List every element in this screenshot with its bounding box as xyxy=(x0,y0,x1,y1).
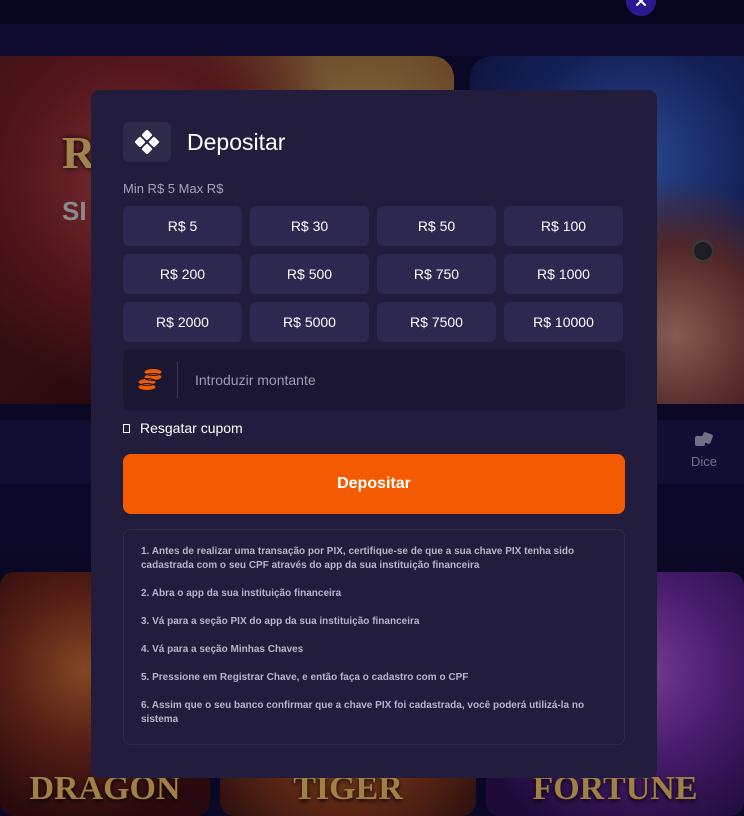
deposit-button[interactable]: Depositar xyxy=(123,454,625,514)
amount-button[interactable]: R$ 100 xyxy=(504,206,623,246)
amount-button[interactable]: R$ 5 xyxy=(123,206,242,246)
modal-title: Depositar xyxy=(187,128,286,155)
amount-button[interactable]: R$ 200 xyxy=(123,254,242,294)
amount-button[interactable]: R$ 7500 xyxy=(377,302,496,342)
coupon-label: Resgatar cupom xyxy=(140,420,243,436)
amount-button[interactable]: R$ 2000 xyxy=(123,302,242,342)
pix-instructions: 1. Antes de realizar uma transação por P… xyxy=(123,529,625,745)
amount-input-field xyxy=(123,350,625,410)
amount-button[interactable]: R$ 1000 xyxy=(504,254,623,294)
amount-options: R$ 5 R$ 30 R$ 50 R$ 100 R$ 200 R$ 500 R$… xyxy=(123,206,625,342)
coins-stack-icon xyxy=(123,350,177,410)
instruction-step: 3. Vá para a seção PIX do app da sua ins… xyxy=(141,616,420,627)
deposit-modal: Depositar Min R$ 5 Max R$ R$ 5 R$ 30 R$ … xyxy=(91,90,657,778)
instruction-step: 6. Assim que o seu banco confirmar que a… xyxy=(141,700,585,725)
coupon-toggle[interactable]: Resgatar cupom xyxy=(123,420,243,436)
modal-header: Depositar xyxy=(123,122,285,162)
amount-button[interactable]: R$ 10000 xyxy=(504,302,623,342)
amount-button[interactable]: R$ 5000 xyxy=(250,302,369,342)
close-icon xyxy=(636,0,646,6)
amount-button[interactable]: R$ 50 xyxy=(377,206,496,246)
instruction-step: 4. Vá para a seção Minhas Chaves xyxy=(141,644,304,655)
input-divider xyxy=(177,362,178,398)
instruction-step: 2. Abra o app da sua instituição finance… xyxy=(141,588,342,599)
amount-button[interactable]: R$ 500 xyxy=(250,254,369,294)
coupon-checkbox[interactable] xyxy=(123,423,130,433)
instruction-step: 1. Antes de realizar uma transação por P… xyxy=(141,546,575,571)
amount-button[interactable]: R$ 750 xyxy=(377,254,496,294)
amount-input[interactable] xyxy=(195,360,625,400)
instruction-step: 5. Pressione em Registrar Chave, e então… xyxy=(141,672,469,683)
diamond-grid-icon xyxy=(123,122,171,162)
amount-button[interactable]: R$ 30 xyxy=(250,206,369,246)
deposit-limits: Min R$ 5 Max R$ xyxy=(123,181,224,196)
